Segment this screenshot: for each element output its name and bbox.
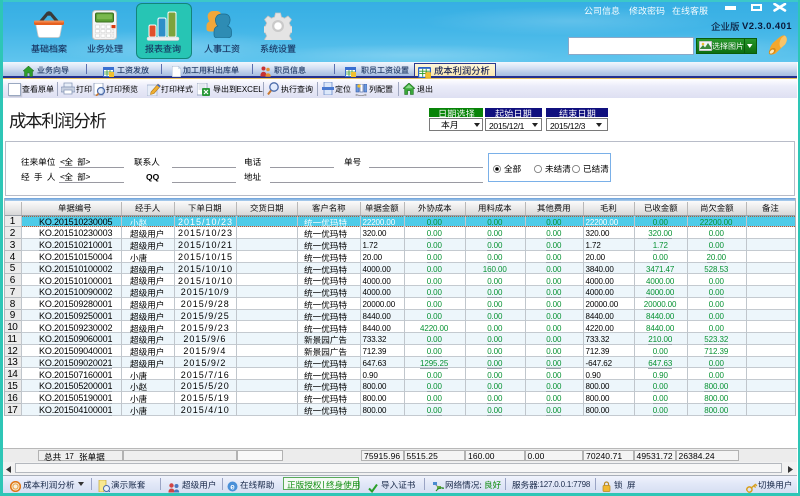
svg-text:e: e: [230, 482, 235, 491]
